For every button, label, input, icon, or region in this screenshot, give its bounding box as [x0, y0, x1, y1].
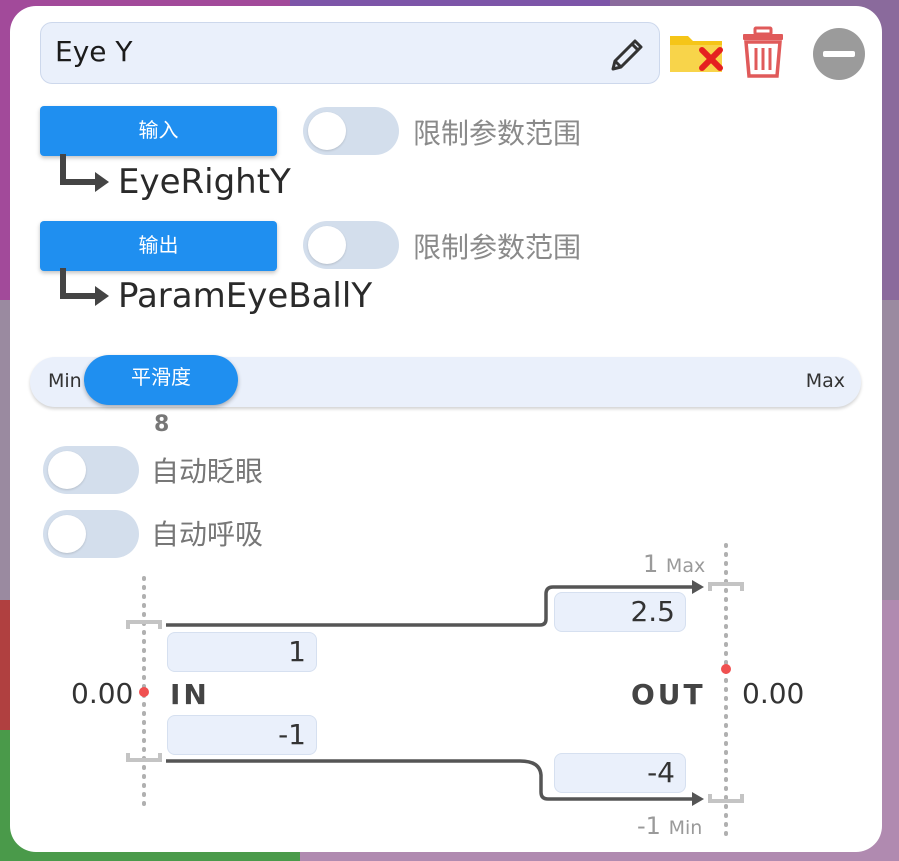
input-max-field[interactable]: 1 — [167, 632, 317, 672]
output-min-field[interactable]: -4 — [554, 753, 686, 793]
input-value-marker — [139, 687, 149, 697]
output-max-caption: 1 Max — [643, 550, 705, 578]
input-min-field[interactable]: -1 — [167, 715, 317, 755]
max-mapping-arrowhead — [692, 580, 704, 594]
input-current-value: 0.00 — [71, 677, 134, 710]
min-mapping-arrowhead — [692, 792, 704, 806]
output-max-caption-value: 1 — [643, 550, 659, 578]
mapping-graph — [126, 543, 744, 842]
output-min-caption-word: Min — [668, 817, 703, 839]
output-current-value: 0.00 — [742, 677, 805, 710]
output-min-caption: -1 Min — [637, 812, 702, 840]
output-max-field[interactable]: 2.5 — [554, 592, 686, 632]
output-max-caption-word: Max — [665, 555, 706, 577]
input-label: IN — [170, 678, 210, 711]
output-min-caption-value: -1 — [637, 812, 661, 840]
output-value-marker — [721, 664, 731, 674]
output-label: OUT — [631, 678, 706, 711]
